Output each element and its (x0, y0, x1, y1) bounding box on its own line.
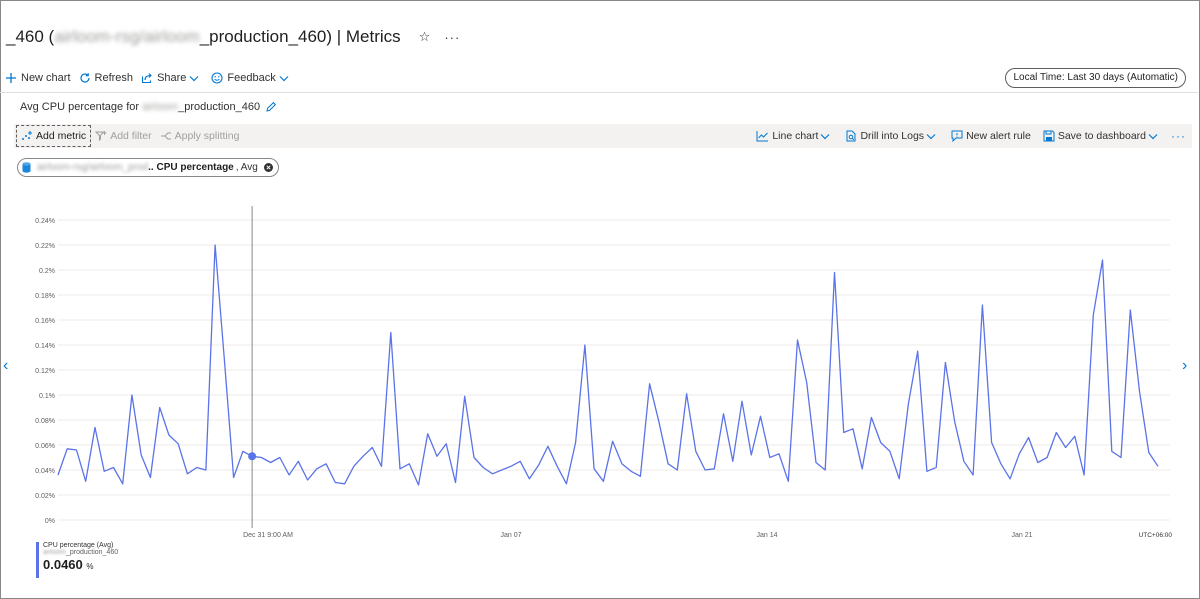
chart-title: Avg CPU percentage for airloom _producti… (20, 101, 277, 113)
legend-resource: airloom_production_460 (43, 549, 119, 556)
page-title: _460 (airloom-rsg/airloom_production_460… (6, 27, 401, 46)
hover-point (248, 452, 257, 461)
close-icon[interactable] (263, 163, 273, 172)
toolbar-more-icon[interactable]: ··· (1171, 129, 1186, 143)
add-metric-button[interactable]: Add metric (16, 125, 92, 147)
metric-aggregation: , Avg (235, 162, 258, 173)
apply-splitting-label: Apply splitting (174, 130, 240, 142)
y-tick-label: 0% (45, 518, 55, 525)
y-tick-label: 0.04% (35, 468, 55, 475)
alert-rule-icon (951, 130, 963, 142)
metric-pill[interactable]: airloom-rsg/airloom_prod .. CPU percenta… (17, 158, 279, 177)
y-tick-label: 0.14% (35, 343, 55, 350)
line-chart-icon (756, 131, 769, 142)
x-tick-label: Jan 07 (500, 532, 521, 539)
new-chart-label: New chart (21, 72, 71, 84)
line-chart-dropdown[interactable]: Line chart (752, 124, 837, 148)
chevron-down-icon (821, 133, 830, 139)
blurred-resource-name: airloom-rsg/airloom (54, 27, 200, 46)
chevron-down-icon (189, 75, 199, 81)
smiley-icon (211, 72, 223, 84)
chevron-left-icon[interactable]: ‹ (3, 357, 8, 375)
splitting-icon (160, 132, 171, 140)
timezone-label: UTC+06:00 (1139, 532, 1173, 539)
save-icon (1043, 130, 1055, 142)
feedback-button[interactable]: Feedback (211, 72, 292, 84)
legend-series-label: CPU percentage (Avg) (43, 542, 114, 549)
chevron-down-icon (926, 133, 936, 139)
database-icon (22, 162, 31, 173)
time-range-button[interactable]: Local Time: Last 30 days (Automatic) (1005, 68, 1186, 88)
refresh-icon (79, 73, 90, 83)
legend-value: 0.0460 % (43, 557, 94, 572)
add-filter-label: Add filter (110, 130, 152, 142)
filter-icon (95, 131, 107, 142)
drill-into-logs-label: Drill into Logs (860, 130, 925, 142)
feedback-label: Feedback (227, 72, 276, 84)
metrics-toolbar: Add metric Add filter Apply splitting Li… (14, 124, 1192, 148)
y-tick-label: 0.24% (35, 218, 55, 225)
line-chart-label: Line chart (772, 130, 819, 142)
x-tick-label: Jan 14 (756, 532, 777, 539)
y-tick-label: 0.02% (35, 493, 55, 500)
apply-splitting-button[interactable]: Apply splitting (156, 124, 244, 148)
refresh-button[interactable]: Refresh (79, 72, 134, 84)
cpu-line-chart[interactable]: 0.24% 0.22% 0.2% 0.18% 0.16% 0.14% 0.12% 0.1% 0.… (0, 190, 1200, 550)
save-to-dashboard-label: Save to dashboard (1057, 130, 1146, 142)
x-tick-label: Jan 21 (1011, 532, 1032, 539)
x-tick-label: Dec 31 9:00 AM (243, 532, 293, 539)
y-tick-label: 0.1% (39, 393, 55, 400)
save-to-dashboard-dropdown[interactable]: Save to dashboard (1039, 124, 1165, 148)
share-button[interactable]: Share (141, 72, 203, 84)
blurred-resource-name: airloom-rsg/airloom_prod (37, 162, 149, 173)
command-bar: New chart Refresh Share Feedback (5, 70, 301, 86)
chevron-right-icon[interactable]: › (1182, 357, 1187, 375)
blurred-resource-name: airloom (142, 101, 179, 113)
new-chart-button[interactable]: New chart (5, 72, 71, 84)
chevron-down-icon (1148, 133, 1158, 139)
y-tick-label: 0.16% (35, 318, 55, 325)
add-filter-button[interactable]: Add filter (91, 124, 155, 148)
edit-pencil-icon[interactable] (265, 101, 277, 113)
chart-legend[interactable]: CPU percentage (Avg) airloom_production_… (36, 542, 118, 578)
add-metric-label: Add metric (36, 130, 87, 142)
y-tick-label: 0.08% (35, 418, 55, 425)
y-tick-label: 0.18% (35, 293, 55, 300)
new-alert-rule-button[interactable]: New alert rule (947, 124, 1035, 148)
chevron-down-icon (279, 75, 289, 81)
more-options-icon[interactable]: ··· (444, 30, 460, 45)
share-icon (142, 73, 152, 84)
plus-icon (6, 73, 16, 83)
y-tick-label: 0.22% (35, 243, 55, 250)
new-alert-rule-label: New alert rule (966, 130, 1031, 142)
refresh-label: Refresh (94, 72, 134, 84)
y-tick-label: 0.12% (35, 368, 55, 375)
drill-into-logs-dropdown[interactable]: Drill into Logs (841, 124, 943, 148)
logs-icon (846, 130, 856, 142)
metric-name: .. CPU percentage (148, 162, 234, 173)
star-icon[interactable]: ☆ (419, 29, 431, 45)
y-tick-label: 0.2% (39, 268, 55, 275)
share-label: Share (157, 72, 187, 84)
header-divider (0, 92, 1198, 93)
series-line (57, 244, 1159, 486)
y-tick-label: 0.06% (35, 443, 55, 450)
page-header: _460 (airloom-rsg/airloom_production_460… (6, 24, 460, 50)
add-metric-icon (22, 131, 32, 140)
